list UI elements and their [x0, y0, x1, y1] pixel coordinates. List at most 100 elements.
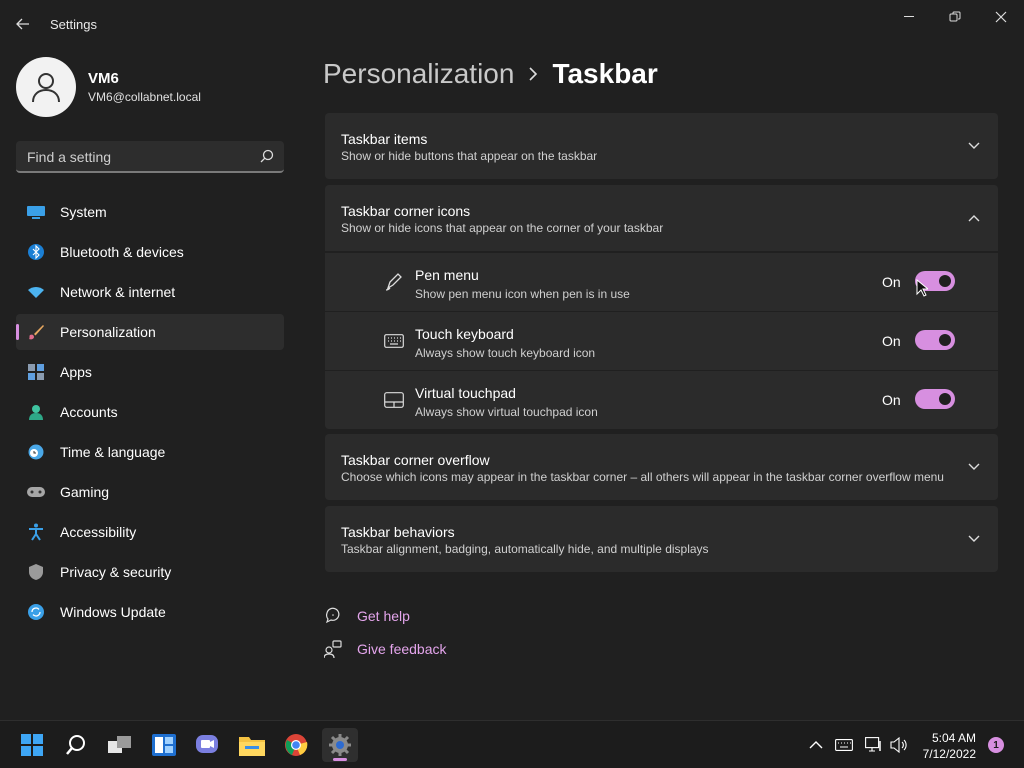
avatar	[16, 57, 76, 117]
clock-date: 7/12/2022	[922, 747, 976, 761]
virtual-touchpad-toggle[interactable]	[915, 389, 955, 409]
get-help-link[interactable]: Get help	[323, 606, 410, 626]
sidebar-item-apps[interactable]: Apps	[16, 354, 284, 390]
profile-email: VM6@collabnet.local	[88, 90, 201, 104]
chrome-icon[interactable]	[278, 728, 314, 762]
section-subtitle: Show or hide buttons that appear on the …	[341, 149, 598, 163]
accessibility-icon	[26, 522, 46, 542]
maximize-button[interactable]	[937, 6, 973, 28]
sidebar-nav: System Bluetooth & devices Network & int…	[16, 194, 284, 634]
user-profile[interactable]: VM6 VM6@collabnet.local	[16, 57, 201, 117]
clock-globe-icon	[26, 442, 46, 462]
mouse-cursor-icon	[916, 278, 930, 302]
sidebar-item-gaming[interactable]: Gaming	[16, 474, 284, 510]
setting-title: Pen menu	[415, 267, 479, 283]
profile-name: VM6	[88, 70, 119, 87]
page-title: Taskbar	[552, 58, 658, 89]
widgets-icon[interactable]	[146, 728, 182, 762]
setting-description: Show pen menu icon when pen is in use	[415, 287, 630, 301]
sidebar-item-label: Accounts	[60, 404, 118, 420]
chevron-right-icon	[528, 67, 538, 81]
touchpad-icon	[383, 390, 405, 410]
sidebar-item-system[interactable]: System	[16, 194, 284, 230]
clock-time: 5:04 AM	[931, 731, 976, 745]
sidebar-item-label: Gaming	[60, 484, 110, 500]
toggle-state-label: On	[882, 392, 901, 408]
back-arrow-icon	[16, 18, 29, 30]
bluetooth-icon	[26, 242, 46, 262]
network-icon[interactable]	[864, 735, 884, 755]
title-bar: Settings	[0, 0, 1024, 48]
get-help-label[interactable]: Get help	[357, 608, 410, 624]
wifi-icon	[26, 282, 46, 302]
taskbar-items-section[interactable]: Taskbar items Show or hide buttons that …	[325, 113, 998, 179]
system-icon	[26, 202, 46, 222]
sidebar-item-accessibility[interactable]: Accessibility	[16, 514, 284, 550]
chat-icon[interactable]	[190, 728, 226, 762]
setting-description: Always show touch keyboard icon	[415, 346, 596, 360]
active-app-indicator	[333, 758, 347, 761]
minimize-icon	[904, 16, 914, 17]
section-title: Taskbar corner overflow	[341, 452, 490, 468]
sidebar-item-windows-update[interactable]: Windows Update	[16, 594, 284, 630]
give-feedback-link[interactable]: Give feedback	[323, 639, 447, 659]
search-placeholder: Find a setting	[27, 149, 112, 165]
file-explorer-icon[interactable]	[234, 728, 270, 762]
close-icon	[995, 11, 1007, 23]
start-icon[interactable]	[14, 728, 50, 762]
section-subtitle: Choose which icons may appear in the tas…	[341, 470, 944, 484]
volume-icon[interactable]	[890, 735, 910, 755]
notification-badge[interactable]: 1	[988, 737, 1004, 753]
setting-title: Virtual touchpad	[415, 385, 516, 401]
sidebar-item-privacy[interactable]: Privacy & security	[16, 554, 284, 590]
toggle-knob	[939, 275, 951, 287]
sidebar-item-label: Apps	[60, 364, 92, 380]
user-icon	[32, 73, 60, 103]
breadcrumb-parent[interactable]: Personalization	[323, 58, 514, 90]
search-icon[interactable]	[260, 149, 274, 168]
search-icon[interactable]	[58, 728, 94, 762]
toggle-knob	[939, 393, 951, 405]
sidebar-item-time-language[interactable]: Time & language	[16, 434, 284, 470]
chevron-down-icon[interactable]	[966, 531, 982, 547]
close-button[interactable]	[983, 6, 1019, 28]
section-subtitle: Show or hide icons that appear on the co…	[341, 221, 664, 235]
minimize-button[interactable]	[891, 6, 927, 28]
sidebar-item-label: Time & language	[60, 444, 166, 460]
taskbar-behaviors-section[interactable]: Taskbar behaviors Taskbar alignment, bad…	[325, 506, 998, 572]
update-icon	[26, 602, 46, 622]
sidebar-item-label: Windows Update	[60, 604, 166, 620]
taskbar-corner-icons-section[interactable]: Taskbar corner icons Show or hide icons …	[325, 185, 998, 251]
settings-icon[interactable]	[322, 728, 358, 762]
gamepad-icon	[26, 482, 46, 502]
back-button[interactable]	[10, 12, 36, 36]
taskbar-corner-overflow-section[interactable]: Taskbar corner overflow Choose which ico…	[325, 434, 998, 500]
give-feedback-label[interactable]: Give feedback	[357, 641, 447, 657]
sidebar-item-network[interactable]: Network & internet	[16, 274, 284, 310]
sidebar-item-bluetooth[interactable]: Bluetooth & devices	[16, 234, 284, 270]
brush-icon	[26, 322, 46, 342]
section-title: Taskbar corner icons	[341, 203, 471, 219]
task-view-icon[interactable]	[102, 728, 138, 762]
chevron-down-icon[interactable]	[966, 138, 982, 154]
section-title: Taskbar items	[341, 131, 428, 147]
system-clock[interactable]: 5:04 AM 7/12/2022	[914, 730, 976, 762]
toggle-state-label: On	[882, 333, 901, 349]
keyboard-icon[interactable]	[834, 735, 854, 755]
chevron-down-icon[interactable]	[966, 459, 982, 475]
sidebar-item-personalization[interactable]: Personalization	[16, 314, 284, 350]
touch-keyboard-toggle[interactable]	[915, 330, 955, 350]
apps-icon	[26, 362, 46, 382]
sidebar-item-label: System	[60, 204, 107, 220]
chevron-up-icon[interactable]	[966, 210, 982, 226]
pen-icon	[383, 272, 405, 292]
search-input[interactable]: Find a setting	[16, 141, 284, 173]
app-title: Settings	[50, 17, 97, 32]
toggle-state-label: On	[882, 274, 901, 290]
help-icon	[323, 606, 343, 626]
windows-taskbar: 5:04 AM 7/12/2022 1	[0, 720, 1024, 768]
sidebar-item-label: Personalization	[60, 324, 156, 340]
feedback-icon	[323, 639, 343, 659]
sidebar-item-accounts[interactable]: Accounts	[16, 394, 284, 430]
chevron-up-icon[interactable]	[806, 735, 826, 755]
